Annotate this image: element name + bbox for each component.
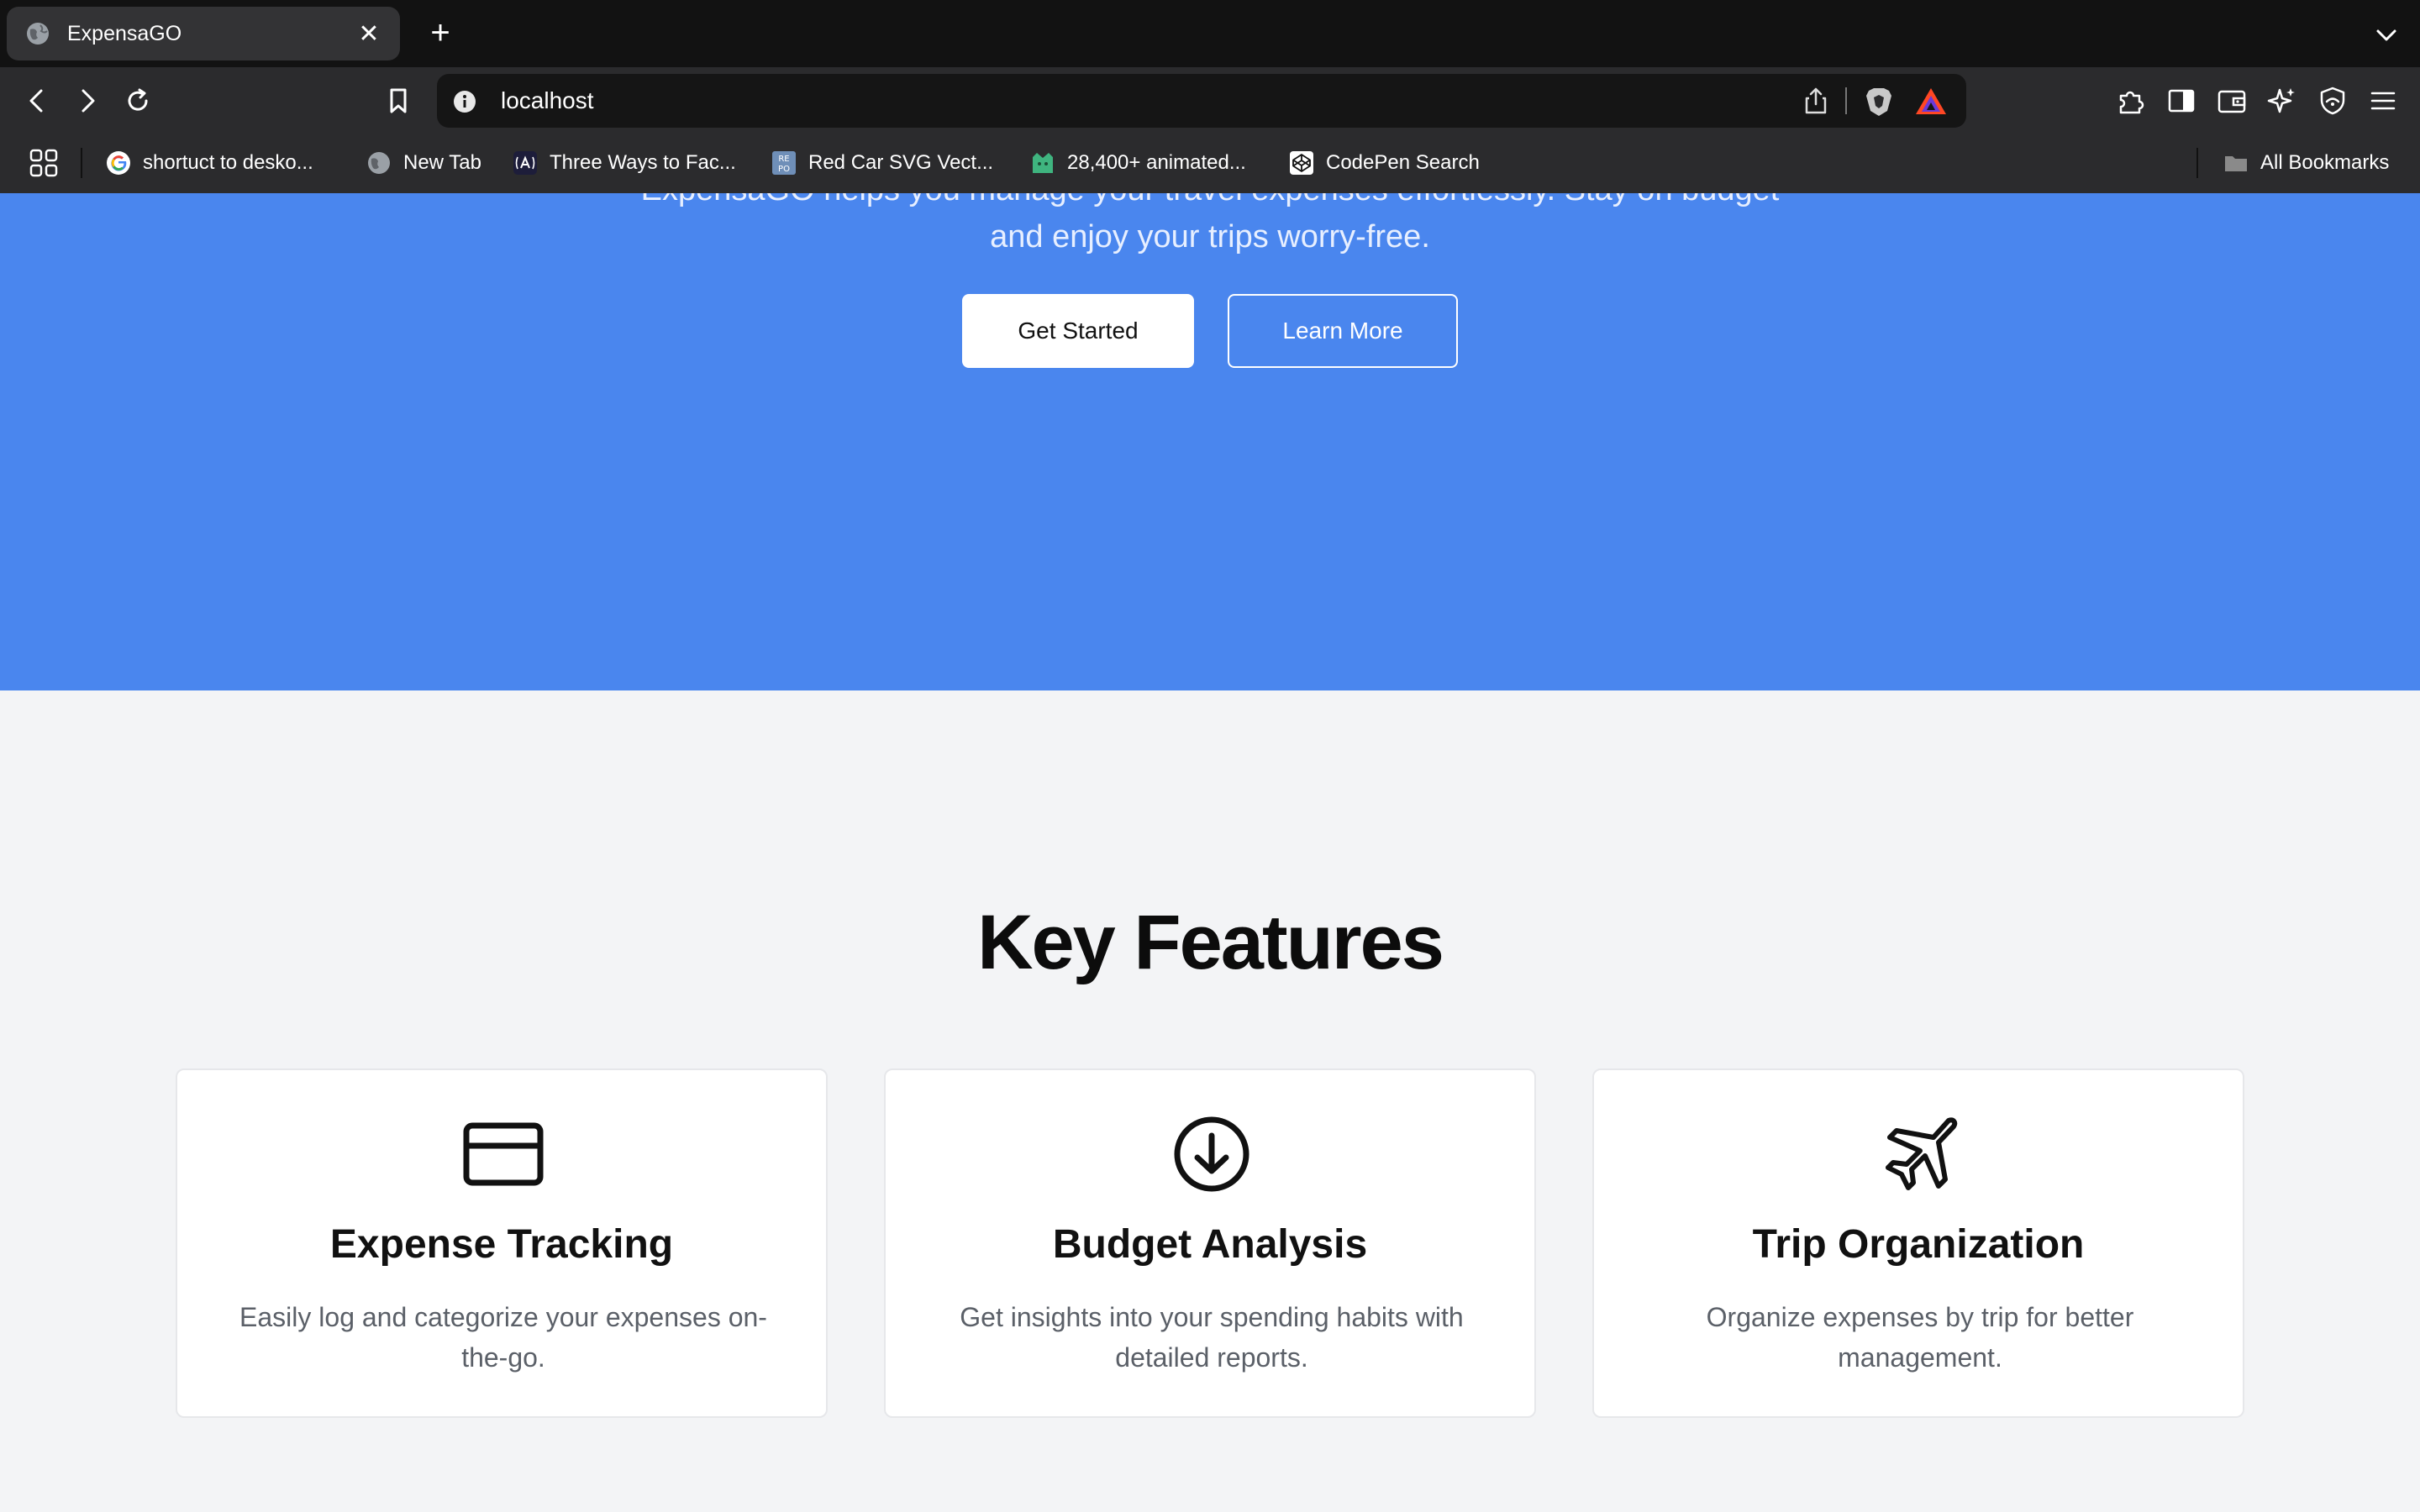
brave-shields-icon[interactable]: [1864, 86, 1894, 118]
chevron-down-icon[interactable]: [2370, 18, 2403, 52]
tab-strip: ExpensaGO ✕ +: [0, 0, 2420, 67]
bookmark-item[interactable]: Three Ways to Fac...: [513, 148, 736, 178]
google-icon: [107, 151, 130, 175]
omnibox-separator: [1845, 87, 1847, 114]
credit-card-icon: [463, 1122, 544, 1186]
bookmarks-separator: [81, 148, 82, 178]
bookmarks-separator: [2196, 148, 2198, 178]
bookmark-item[interactable]: New Tab: [366, 148, 481, 178]
airplane-icon: [1886, 1117, 1958, 1190]
bookmark-label: New Tab: [403, 151, 481, 174]
new-tab-button[interactable]: +: [420, 13, 460, 54]
feature-description: Get insights into your spending habits w…: [960, 1302, 1464, 1373]
bookmark-label: 28,400+ animated...: [1067, 151, 1246, 174]
reload-icon[interactable]: [119, 82, 156, 119]
hero-subtitle: ExpensaGO helps you manage your travel e…: [641, 193, 1780, 255]
back-icon[interactable]: [18, 82, 55, 119]
brave-rewards-icon[interactable]: [1914, 86, 1948, 118]
svg-text:RE: RE: [778, 155, 789, 164]
forward-icon[interactable]: [69, 82, 106, 119]
apps-grid-icon[interactable]: [27, 146, 60, 180]
url-text[interactable]: localhost: [501, 87, 594, 114]
site-icon: [513, 151, 537, 175]
share-icon[interactable]: [1802, 86, 1830, 116]
feature-description: Organize expenses by trip for better man…: [1706, 1302, 2134, 1373]
globe-icon: [368, 152, 390, 174]
bookmark-label: CodePen Search: [1326, 151, 1480, 174]
hero-section: ExpensaGO helps you manage your travel e…: [0, 193, 2420, 690]
feature-card-budget-analysis: Budget Analysis Get insights into your s…: [884, 1068, 1536, 1418]
menu-icon[interactable]: [2366, 84, 2400, 118]
browser-tab[interactable]: ExpensaGO ✕: [7, 7, 400, 60]
feature-title: Trip Organization: [1752, 1222, 2085, 1267]
get-started-button[interactable]: Get Started: [962, 294, 1194, 368]
address-bar[interactable]: localhost: [437, 74, 1966, 128]
feature-card-expense-tracking: Expense Tracking Easily log and categori…: [176, 1068, 828, 1418]
bookmark-label: shortuct to desko...: [143, 151, 313, 174]
features-title: Key Features: [977, 900, 1444, 985]
leo-ai-icon[interactable]: [2265, 84, 2299, 118]
sidebar-icon[interactable]: [2165, 84, 2198, 118]
close-tab-icon[interactable]: ✕: [356, 19, 381, 49]
all-bookmarks-button[interactable]: All Bookmarks: [2223, 148, 2389, 178]
globe-icon: [27, 23, 49, 45]
site-info-icon[interactable]: [452, 89, 477, 114]
extensions-icon[interactable]: [2114, 84, 2148, 118]
vpn-shield-icon[interactable]: [2316, 84, 2349, 118]
bookmark-item[interactable]: RE PO Red Car SVG Vect...: [771, 148, 993, 178]
site-icon: [1033, 153, 1053, 173]
bookmark-label: Red Car SVG Vect...: [808, 151, 994, 174]
feature-title: Budget Analysis: [1052, 1222, 1368, 1267]
bookmark-icon[interactable]: [380, 82, 417, 119]
bookmark-item[interactable]: 28,400+ animated...: [1030, 148, 1246, 178]
bookmarks-bar: shortuct to desko... New Tab Three Ways …: [0, 133, 2420, 193]
feature-title: Expense Tracking: [329, 1222, 674, 1267]
arrow-down-circle-icon: [1174, 1116, 1249, 1192]
wallet-icon[interactable]: [2215, 84, 2249, 118]
tab-title: ExpensaGO: [67, 21, 182, 45]
learn-more-button[interactable]: Learn More: [1228, 294, 1458, 368]
bookmark-label: Three Ways to Fac...: [550, 151, 736, 174]
codepen-icon: [1290, 151, 1313, 175]
feature-card-trip-organization: Trip Organization Organize expenses by t…: [1592, 1068, 2244, 1418]
all-bookmarks-label: All Bookmarks: [2260, 151, 2390, 174]
browser-toolbar: localhost: [0, 67, 2420, 133]
svgrepo-icon: RE PO: [772, 151, 796, 175]
folder-icon: [2225, 156, 2247, 171]
feature-description: Easily log and categorize your expenses …: [239, 1302, 767, 1373]
bookmark-item[interactable]: shortuct to desko...: [106, 148, 313, 178]
bookmark-item[interactable]: CodePen Search: [1289, 148, 1480, 178]
svg-text:PO: PO: [778, 165, 790, 174]
